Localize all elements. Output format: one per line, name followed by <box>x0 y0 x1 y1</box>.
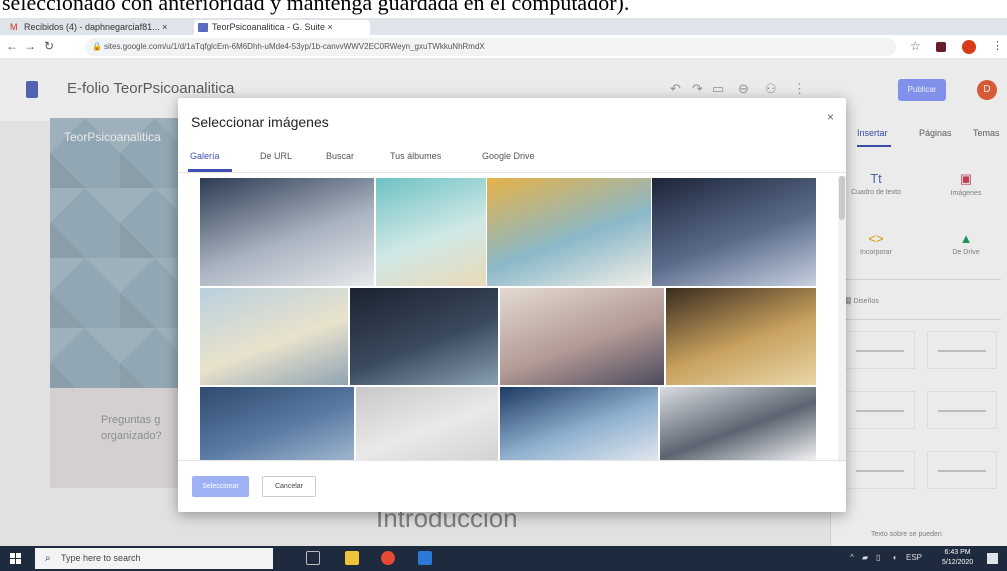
task-view-icon[interactable] <box>306 551 320 565</box>
gallery-image-golden-blur[interactable] <box>666 288 816 385</box>
reload-icon[interactable]: ↻ <box>44 39 54 53</box>
gallery-image-mixing-desk[interactable] <box>660 387 816 460</box>
select-button[interactable]: Seleccionar <box>192 476 249 497</box>
url-text: sites.google.com/u/1/d/1aTqfglcEm-6M6Dhh… <box>104 42 485 51</box>
tab-sites[interactable]: TeorPsicoanalitica - G. Suite × <box>194 20 370 35</box>
clock-date: 5/12/2020 <box>942 559 974 566</box>
forward-icon[interactable]: → <box>24 39 36 53</box>
dialog-divider <box>178 172 846 173</box>
gmail-icon: M <box>10 22 18 32</box>
profile-icon[interactable] <box>962 40 976 54</box>
url-field[interactable]: 🔒 sites.google.com/u/1/d/1aTqfglcEm-6M6D… <box>86 38 896 56</box>
browser-tab-bar: M Recibidos (4) - daphnegarciaf81... × T… <box>0 18 1007 52</box>
chrome-icon[interactable] <box>381 551 395 565</box>
gallery-image-blue-waves[interactable] <box>500 387 658 460</box>
taskbar-search[interactable]: ⌕ Type here to search <box>35 548 273 569</box>
windows-taskbar: ⌕ Type here to search ^ ▰ ▯ ◖ ESP 6:43 P… <box>0 546 1007 571</box>
tab-url[interactable]: De URL <box>260 151 292 161</box>
tab-sites-label: TeorPsicoanalitica - G. Suite × <box>212 22 333 32</box>
gallery-image-misty-horizon[interactable] <box>500 288 664 385</box>
network-icon[interactable]: ▰ <box>862 553 868 562</box>
address-bar-row: ← → ↻ 🔒 sites.google.com/u/1/d/1aTqfglcE… <box>0 35 1007 59</box>
taskbar-clock[interactable]: 6:43 PM 5/12/2020 <box>942 548 973 568</box>
tab-gmail[interactable]: M Recibidos (4) - daphnegarciaf81... × <box>6 20 190 35</box>
clock-time: 6:43 PM <box>944 549 971 556</box>
browser-menu-icon[interactable]: ⋮ <box>992 39 1003 52</box>
tab-gmail-label: Recibidos (4) - daphnegarciaf81... × <box>24 22 168 32</box>
extension-icon[interactable] <box>936 42 946 52</box>
gallery-image-blue-water[interactable] <box>200 387 354 460</box>
gallery-image-colorful-fabric[interactable] <box>487 178 651 286</box>
back-icon[interactable]: ← <box>6 39 18 53</box>
lock-icon: 🔒 <box>92 42 102 51</box>
windows-start-icon[interactable] <box>10 553 21 564</box>
tray-chevron-icon[interactable]: ^ <box>850 553 854 562</box>
tab-search[interactable]: Buscar <box>326 151 354 161</box>
gallery-image-diagonal-lines[interactable] <box>200 178 374 286</box>
bookmark-star-icon[interactable]: ☆ <box>910 39 921 53</box>
volume-icon[interactable]: ◖ <box>892 553 897 562</box>
word-icon[interactable] <box>418 551 432 565</box>
dialog-footer-divider <box>178 460 846 461</box>
image-gallery <box>178 178 846 460</box>
file-explorer-icon[interactable] <box>345 551 359 565</box>
document-caption: seleccionado con anterioridad y mantenga… <box>0 0 1007 18</box>
gallery-image-clouds-sky[interactable] <box>200 288 348 385</box>
gallery-image-night-lake[interactable] <box>652 178 816 286</box>
dialog-title: Seleccionar imágenes <box>191 114 329 130</box>
select-images-dialog: Seleccionar imágenes × Galería De URL Bu… <box>178 98 846 512</box>
battery-icon[interactable]: ▯ <box>876 553 880 562</box>
cancel-button[interactable]: Cancelar <box>262 476 316 497</box>
taskbar-search-placeholder: Type here to search <box>61 553 141 563</box>
gallery-image-turquoise-sea[interactable] <box>376 178 486 286</box>
notification-icon[interactable] <box>987 553 998 564</box>
gallery-image-grey-fog[interactable] <box>356 387 498 460</box>
scrollbar-thumb[interactable] <box>839 176 845 220</box>
sites-favicon <box>198 23 208 32</box>
close-icon[interactable]: × <box>827 110 834 124</box>
gallery-image-keyboard-keys[interactable] <box>350 288 498 385</box>
search-icon: ⌕ <box>45 553 51 564</box>
language-icon[interactable]: ESP <box>906 553 922 562</box>
tab-gallery[interactable]: Galería <box>190 151 220 161</box>
tab-albums[interactable]: Tus álbumes <box>390 151 441 161</box>
tab-google-drive[interactable]: Google Drive <box>482 151 535 161</box>
